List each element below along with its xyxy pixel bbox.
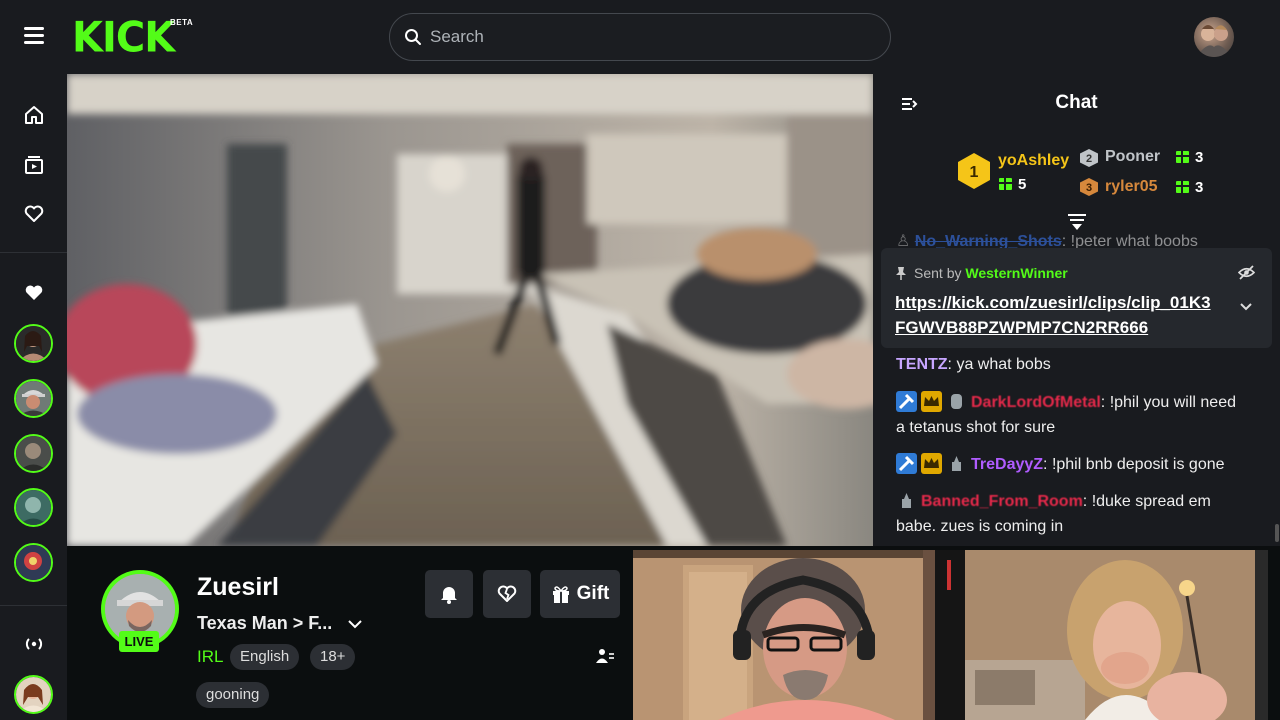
video-frame [67, 74, 873, 546]
video-player[interactable] [67, 74, 873, 546]
top-bar: KICK BETA [0, 0, 1280, 74]
gift-icon [1176, 181, 1189, 193]
chat-message: Banned_From_Room: !duke spread em babe. z… [896, 489, 1256, 539]
subscriber-badge-icon [946, 453, 967, 474]
search-bar[interactable] [389, 13, 891, 61]
chat-message: DarkLordOfMetal: !phil you will need a te… [896, 390, 1256, 440]
leaderboard-gifts: 3 [1176, 149, 1203, 167]
streamer-name[interactable]: Zuesirl [197, 573, 279, 602]
leaderboard-user[interactable]: ryler05 [1105, 178, 1158, 196]
user-avatar[interactable] [1194, 17, 1234, 57]
menu-icon[interactable] [24, 24, 52, 50]
gift-button[interactable]: Gift [540, 570, 620, 618]
subscriber-badge-icon [896, 490, 917, 511]
chat-username[interactable]: Banned_From_Room [921, 493, 1083, 510]
pinned-sender[interactable]: WesternWinner [965, 265, 1067, 281]
tag-language[interactable]: English [230, 644, 300, 670]
search-input[interactable] [430, 27, 850, 47]
live-badge: LIVE [119, 631, 159, 652]
tag-mature[interactable]: 18+ [310, 644, 356, 670]
stream-title: Texas Man > F... [197, 613, 333, 633]
sidebar-divider [0, 252, 67, 253]
subscriber-badge-icon [946, 391, 967, 412]
notification-bell-button[interactable] [425, 570, 473, 618]
left-sidebar [0, 74, 67, 720]
pinned-link[interactable]: https://kick.com/zuesirl/clips/clip_01K3… [895, 290, 1211, 340]
svg-text:2: 2 [1086, 153, 1092, 165]
chat-username[interactable]: DarkLordOfMetal [971, 394, 1101, 411]
home-icon[interactable] [20, 101, 48, 129]
followed-channel-avatar[interactable] [14, 379, 53, 418]
unfollow-button[interactable] [483, 570, 531, 618]
webcam-feed-left [633, 550, 935, 720]
gift-box-icon [552, 586, 569, 603]
sent-by-label: Sent by WesternWinner [914, 265, 1068, 281]
chat-username[interactable]: TENTZ [896, 356, 948, 373]
sidebar-divider [0, 605, 67, 606]
profile-avatar[interactable] [14, 675, 53, 714]
chat-scrollbar[interactable] [1275, 524, 1279, 542]
hide-eye-icon[interactable] [1238, 265, 1255, 280]
broadcast-icon[interactable] [20, 630, 48, 658]
search-icon [405, 29, 421, 45]
tag-custom[interactable]: gooning [196, 682, 270, 708]
kick-logo[interactable]: KICK [72, 13, 175, 63]
vip-crown-icon [921, 391, 942, 412]
chevron-down-icon[interactable] [345, 614, 365, 634]
vip-crown-icon [921, 453, 942, 474]
chat-username[interactable]: TreDayyZ [971, 456, 1043, 473]
followed-channel-avatar[interactable] [14, 543, 53, 582]
webcam-feed-right [965, 550, 1268, 720]
followed-channel-avatar[interactable] [14, 488, 53, 527]
rank-3-badge-icon: 3 [1080, 178, 1098, 196]
following-icon[interactable] [20, 151, 48, 179]
gift-button-label: Gift [576, 583, 610, 604]
moderator-badge-icon [896, 391, 917, 412]
broken-heart-icon [497, 585, 517, 602]
bell-icon [441, 587, 457, 604]
webcam-overlay [633, 546, 1280, 720]
followed-channel-avatar[interactable] [14, 324, 53, 363]
stream-info-panel: LIVE Zuesirl Texas Man > F... IRL Englis… [67, 546, 633, 720]
heart-icon[interactable] [20, 200, 48, 228]
gift-icon [1176, 151, 1189, 163]
chat-message: TreDayyZ: !phil bnb deposit is gone [896, 452, 1256, 477]
rank-2-badge-icon: 2 [1080, 149, 1098, 167]
moderator-badge-icon [896, 453, 917, 474]
svg-text:3: 3 [1086, 182, 1092, 194]
chat-title: Chat [1055, 92, 1098, 113]
leaderboard-user[interactable]: Pooner [1105, 148, 1160, 166]
gift-icon [999, 178, 1012, 190]
viewers-icon[interactable] [596, 648, 614, 664]
followed-channel-avatar[interactable] [14, 434, 53, 473]
cam-divider [935, 550, 965, 720]
chevron-down-icon[interactable] [1239, 302, 1253, 312]
leaderboard-user[interactable]: yoAshley [998, 152, 1069, 170]
heart-filled-icon[interactable] [20, 279, 48, 307]
category-link[interactable]: IRL [197, 647, 223, 667]
pinned-message: Sent by WesternWinner https://kick.com/z… [881, 248, 1272, 348]
svg-text:1: 1 [970, 164, 979, 181]
leaderboard-gifts: 5 [999, 176, 1026, 194]
leaderboard-gifts: 3 [1176, 179, 1203, 197]
pin-icon [896, 267, 906, 280]
chat-panel: Chat 1 yoAshley 5 2 Pooner 3 3 ryler05 3… [873, 74, 1280, 546]
rank-1-badge-icon: 1 [958, 153, 990, 189]
chat-message: TENTZ: ya what bobs [896, 356, 1051, 373]
beta-label: BETA [170, 18, 194, 27]
